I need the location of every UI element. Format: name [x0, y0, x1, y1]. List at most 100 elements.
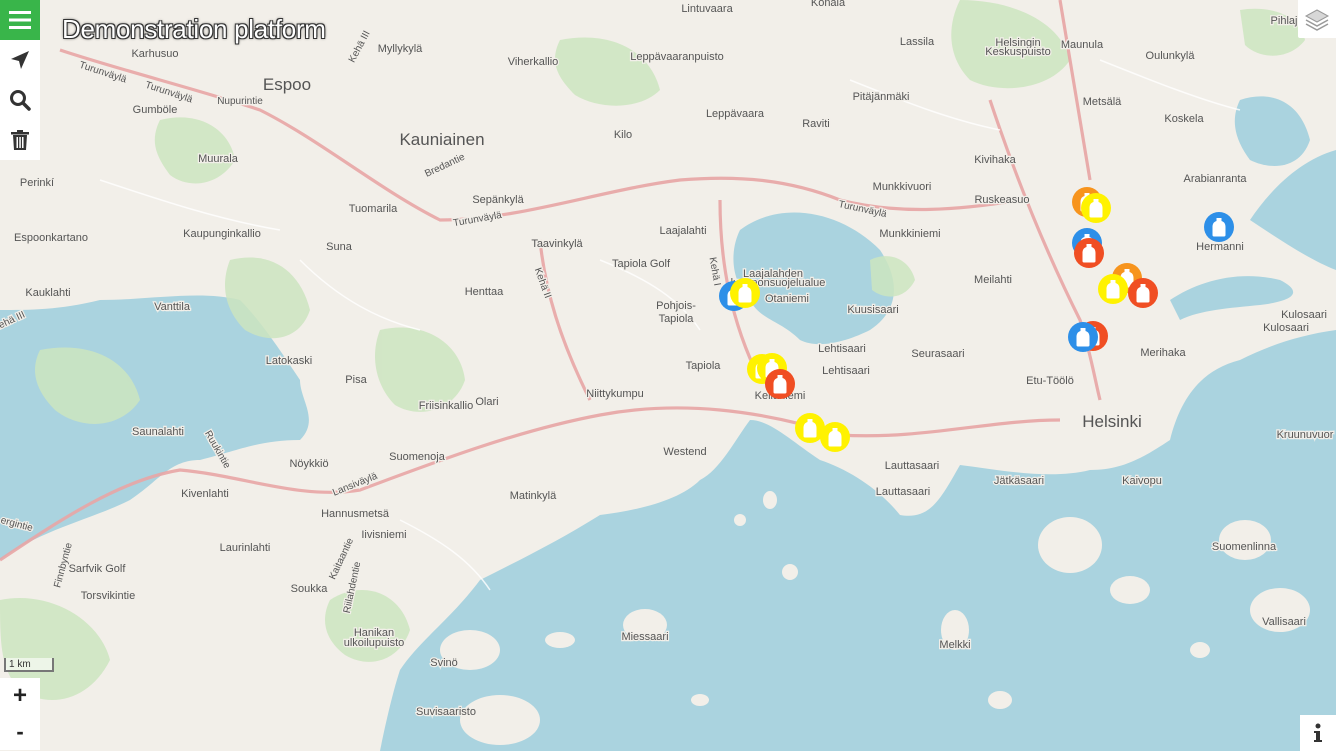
place-label: Sarfvik Golf: [69, 563, 127, 575]
place-label: Torsvikintie: [81, 590, 135, 602]
place-label: Lehtisaari: [822, 365, 870, 377]
navigate-icon: [11, 51, 29, 69]
place-label: Nöykkiö: [289, 458, 328, 470]
road-label: Nupurintie: [217, 96, 263, 107]
toolbar: [0, 0, 40, 160]
bottle-marker-yellow[interactable]: [730, 278, 760, 308]
place-label: Muurala: [198, 153, 239, 165]
place-label: Kauniainen: [399, 130, 484, 149]
zoom-in-button[interactable]: +: [0, 678, 40, 714]
info-button[interactable]: [1300, 715, 1336, 751]
place-label: Myllykylä: [378, 43, 423, 55]
place-label: Viherkallio: [508, 56, 559, 68]
delete-button[interactable]: [0, 120, 40, 160]
menu-button[interactable]: [0, 0, 40, 40]
bottle-marker-yellow[interactable]: [1081, 193, 1111, 223]
place-label: Oulunkylä: [1146, 50, 1196, 62]
place-label: Seurasaari: [911, 348, 964, 360]
place-label: Westend: [663, 446, 706, 458]
place-label: Latokaski: [266, 355, 312, 367]
place-label: Karhusuo: [131, 48, 178, 60]
bottle-marker-blue[interactable]: [1068, 322, 1098, 352]
place-label: Henttaa: [465, 286, 504, 298]
place-label: Raviti: [802, 118, 830, 130]
app-title: Demonstration platform: [62, 14, 326, 44]
place-label: Kauklahti: [25, 287, 70, 299]
place-label: Kruunuvuor: [1277, 429, 1334, 441]
road-label: ergintie: [0, 515, 34, 534]
place-label: ulkoilupuisto: [344, 637, 405, 649]
place-label: Lintuvaara: [681, 3, 733, 15]
place-label: Suomenoja: [389, 451, 446, 463]
place-label: Helsinki: [1082, 412, 1142, 431]
place-label: Koskela: [1164, 113, 1204, 125]
place-label: Taavinkylä: [531, 238, 583, 250]
place-label: Espoo: [263, 75, 311, 94]
place-label: Jätkäsaari: [994, 475, 1044, 487]
bottle-marker-red[interactable]: [1128, 278, 1158, 308]
place-label: Tuomarila: [349, 203, 398, 215]
layers-icon: [1304, 9, 1330, 31]
place-label: Melkki: [939, 639, 970, 651]
zoom-control: + -: [0, 678, 40, 750]
locate-button[interactable]: [0, 40, 40, 80]
place-label: Espoonkartano: [14, 232, 88, 244]
map-canvas[interactable]: Espoo Kauniainen Helsinki Karhusuo Myllykylä…: [0, 0, 1336, 751]
place-label: Kivenlahti: [181, 488, 229, 500]
place-label: Perinkí: [20, 177, 54, 189]
place-label: Pohjois-: [656, 300, 696, 312]
place-label: Lauttasaari: [876, 486, 930, 498]
place-label: Kivihaka: [974, 154, 1016, 166]
search-button[interactable]: [0, 80, 40, 120]
place-label: Kaupunginkallio: [183, 228, 261, 240]
zoom-out-button[interactable]: -: [0, 714, 40, 750]
place-label: Munkkivuori: [873, 181, 932, 193]
scale-bar: 1 km: [4, 658, 54, 672]
place-label: Laajalahti: [659, 225, 706, 237]
place-label: Niittykumpu: [586, 388, 643, 400]
place-label: Gumböle: [133, 104, 178, 116]
place-label: Friisinkallio: [419, 400, 473, 412]
place-label: Konala: [811, 0, 846, 9]
place-label: Suna: [326, 241, 353, 253]
place-label: Ruskeasuo: [974, 194, 1029, 206]
place-label: Olari: [475, 396, 498, 408]
place-label: Soukka: [291, 583, 329, 595]
place-label: Miessaari: [621, 631, 668, 643]
place-label: Tapiola: [686, 360, 722, 372]
place-label: Laurinlahti: [220, 542, 271, 554]
place-label: Vallisaari: [1262, 616, 1306, 628]
place-label: Iivisniemi: [361, 529, 406, 541]
place-label: Leppävaara: [706, 108, 765, 120]
info-icon: [1314, 723, 1322, 742]
place-label: Matinkylä: [510, 490, 557, 502]
bottle-marker-blue[interactable]: [1204, 212, 1234, 242]
place-label: Leppävaaranpuisto: [630, 51, 724, 63]
place-label: Lassila: [900, 36, 935, 48]
place-label: Suomenlinna: [1212, 541, 1277, 553]
place-label: Kuusisaari: [847, 304, 898, 316]
place-label: Lauttasaari: [885, 460, 939, 472]
place-label: Munkkiniemi: [879, 228, 940, 240]
place-label: Pitäjänmäki: [853, 91, 910, 103]
bottle-marker-yellow[interactable]: [1098, 274, 1128, 304]
place-label: Lehtisaari: [818, 343, 866, 355]
bottle-marker-red[interactable]: [765, 369, 795, 399]
place-label: Merihaka: [1140, 347, 1186, 359]
bottle-marker-yellow[interactable]: [820, 422, 850, 452]
place-label: Pihlaj: [1271, 15, 1298, 27]
layers-button[interactable]: [1298, 0, 1336, 38]
place-label: Meilahti: [974, 274, 1012, 286]
place-label: Kulosaari: [1281, 309, 1327, 321]
place-label: Etu-Töölö: [1026, 375, 1074, 387]
place-label: Suvisaaristo: [416, 706, 476, 718]
place-label: Svinö: [430, 657, 458, 669]
bottle-marker-red[interactable]: [1074, 238, 1104, 268]
place-label: Tapiola: [659, 313, 695, 325]
place-label: Kaivopu: [1122, 475, 1162, 487]
place-label: Sepänkylä: [472, 194, 524, 206]
place-label: Pisa: [345, 374, 367, 386]
place-label: Hannusmetsä: [321, 508, 390, 520]
place-label: Maunula: [1061, 39, 1104, 51]
place-label: Vanttila: [154, 301, 191, 313]
